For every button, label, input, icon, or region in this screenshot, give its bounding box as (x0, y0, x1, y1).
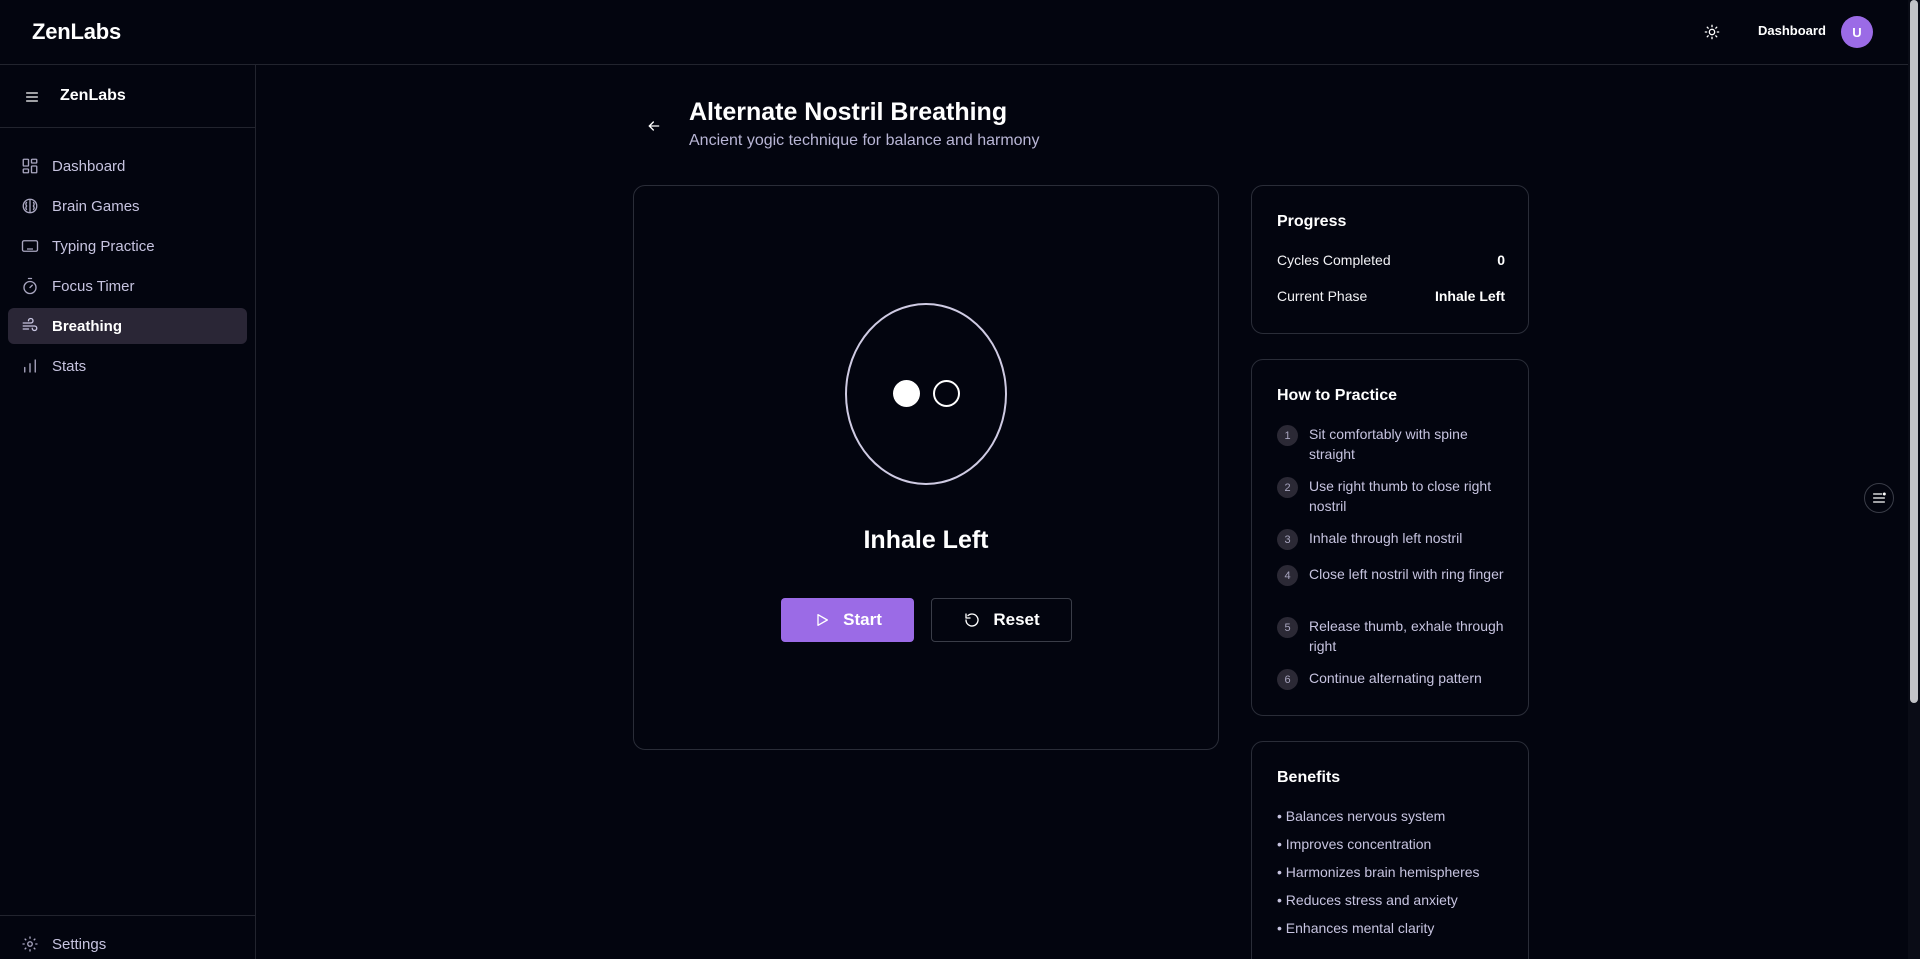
right-nostril-indicator (933, 380, 960, 407)
step-number: 4 (1277, 565, 1298, 586)
start-button-label: Start (843, 610, 882, 629)
phase-label: Inhale Left (863, 526, 989, 554)
start-button[interactable]: Start (781, 598, 914, 642)
page-subtitle: Ancient yogic technique for balance and … (689, 132, 1040, 149)
cycles-row: Cycles Completed 0 (1277, 252, 1505, 268)
phase-row: Current Phase Inhale Left (1277, 288, 1505, 304)
benefits-title: Benefits (1277, 769, 1341, 786)
step-item: 6 Continue alternating pattern (1277, 669, 1507, 690)
page-title: Alternate Nostril Breathing (689, 98, 1008, 126)
rotate-ccw-icon (963, 611, 981, 629)
sidebar-brand: ZenLabs (60, 87, 126, 104)
sidebar-footer: Settings (0, 915, 255, 959)
brain-icon (20, 196, 40, 216)
page-scrollbar[interactable] (1908, 0, 1920, 959)
benefits-card: Benefits • Balances nervous system • Imp… (1251, 741, 1529, 959)
step-item: 2 Use right thumb to close right nostril (1277, 477, 1507, 516)
header-dashboard-link[interactable]: Dashboard (1758, 23, 1826, 38)
how-to-title: How to Practice (1277, 387, 1398, 404)
sidebar-item-label: Focus Timer (52, 277, 135, 295)
sidebar-item-focus-timer[interactable]: Focus Timer (8, 268, 247, 304)
how-to-card: How to Practice 1 Sit comfortably with s… (1251, 359, 1529, 716)
benefit-item: • Balances nervous system (1277, 808, 1446, 824)
grid-icon (20, 156, 40, 176)
sidebar-item-label: Typing Practice (52, 237, 155, 255)
play-icon (813, 611, 831, 629)
sidebar-toggle-button[interactable] (22, 87, 42, 107)
timer-icon (20, 276, 40, 296)
sidebar-item-label: Settings (52, 935, 107, 953)
step-text: Close left nostril with ring finger (1309, 566, 1504, 582)
benefit-item: • Reduces stress and anxiety (1277, 892, 1458, 908)
sidebar-item-label: Dashboard (52, 157, 126, 175)
arrow-left-icon (648, 121, 660, 131)
back-button[interactable] (642, 114, 666, 138)
bar-chart-icon (20, 356, 40, 376)
cycles-value: 0 (1497, 252, 1505, 268)
step-item: 5 Release thumb, exhale through right (1277, 617, 1507, 656)
step-text: Sit comfortably with spine straight (1309, 426, 1468, 462)
step-number: 3 (1277, 529, 1298, 550)
sun-icon (1704, 24, 1720, 40)
progress-card: Progress Cycles Completed 0 Current Phas… (1251, 185, 1529, 334)
keyboard-icon (20, 236, 40, 256)
step-item: 3 Inhale through left nostril (1277, 529, 1507, 550)
step-item: 1 Sit comfortably with spine straight (1277, 425, 1507, 464)
sidebar-item-settings[interactable]: Settings (8, 926, 106, 959)
sidebar-item-dashboard[interactable]: Dashboard (8, 148, 247, 184)
reset-button-label: Reset (993, 610, 1040, 629)
sidebar-item-label: Brain Games (52, 197, 140, 215)
list-icon (1873, 492, 1886, 503)
sidebar: ZenLabs Dashboard Brain Games Typing Pra… (0, 65, 256, 959)
benefit-item: • Enhances mental clarity (1277, 920, 1435, 936)
cycles-label: Cycles Completed (1277, 252, 1391, 268)
sidebar-item-breathing[interactable]: Breathing (8, 308, 247, 344)
step-number: 5 (1277, 617, 1298, 638)
scrollbar-thumb[interactable] (1910, 0, 1918, 703)
progress-title: Progress (1277, 213, 1347, 230)
step-number: 2 (1277, 477, 1298, 498)
sidebar-item-brain-games[interactable]: Brain Games (8, 188, 247, 224)
step-number: 1 (1277, 425, 1298, 446)
current-phase-value: Inhale Left (1434, 288, 1505, 304)
reset-button[interactable]: Reset (931, 598, 1072, 642)
top-bar: ZenLabs Dashboard U (0, 0, 1908, 65)
floating-list-button[interactable] (1864, 483, 1894, 513)
benefit-item: • Improves concentration (1277, 836, 1432, 852)
exercise-card: Inhale Left Start Reset (633, 185, 1219, 750)
sidebar-item-stats[interactable]: Stats (8, 348, 247, 384)
sidebar-header: ZenLabs (0, 65, 255, 128)
hamburger-icon (26, 92, 38, 102)
sidebar-item-typing-practice[interactable]: Typing Practice (8, 228, 247, 264)
current-phase-label: Current Phase (1277, 288, 1368, 304)
step-text: Inhale through left nostril (1309, 530, 1463, 546)
step-item: 4 Close left nostril with ring finger (1277, 565, 1507, 586)
step-text: Release thumb, exhale through right (1309, 618, 1504, 654)
sidebar-item-label: Stats (52, 357, 87, 375)
gear-icon (20, 934, 40, 954)
benefit-item: • Harmonizes brain hemispheres (1277, 864, 1480, 880)
left-nostril-indicator (893, 380, 920, 407)
wind-icon (20, 316, 40, 336)
user-avatar[interactable]: U (1841, 16, 1873, 48)
step-text: Use right thumb to close right nostril (1309, 478, 1492, 514)
nose-illustration (845, 303, 1007, 485)
theme-toggle-button[interactable] (1700, 20, 1724, 44)
app-brand[interactable]: ZenLabs (32, 19, 121, 45)
step-number: 6 (1277, 669, 1298, 690)
sidebar-item-label: Breathing (52, 317, 123, 335)
step-text: Continue alternating pattern (1309, 670, 1482, 686)
